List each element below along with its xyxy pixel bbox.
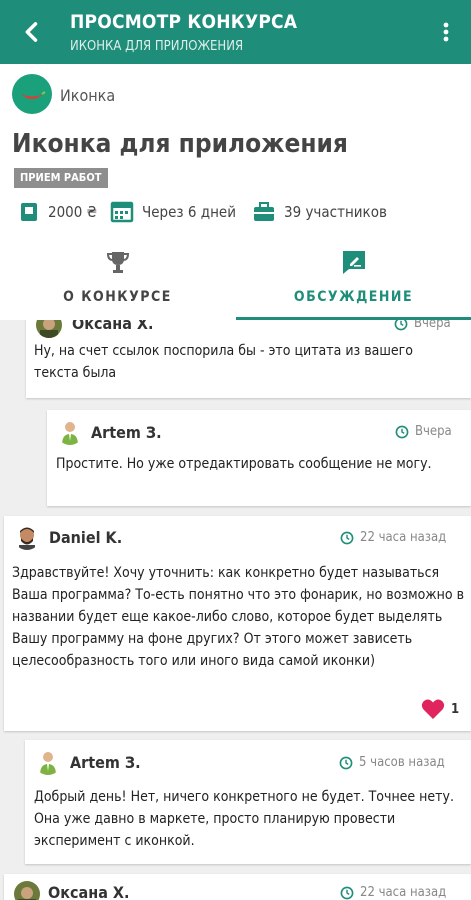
prize-stat: 2000 ₴ (18, 201, 97, 223)
contest-header: Иконка Иконка для приложения ПРИЕМ РАБОТ… (0, 64, 471, 320)
discussion-feed[interactable]: Оксана Х. Вчера Ну, на счет ссылок поспо… (0, 320, 471, 900)
avatar (14, 524, 40, 550)
participants-stat: 39 участников (252, 201, 387, 223)
comment-author: Artem З. (70, 753, 141, 772)
comment-time-text: 22 часа назад (360, 885, 447, 900)
like-button[interactable]: 1 (421, 698, 459, 720)
comment-text: Добрый день! Нет, ничего конкретного не … (34, 789, 454, 849)
comment-time-text: Вчера (415, 424, 452, 439)
comment-author: Daniel K. (49, 528, 123, 547)
heart-icon (421, 699, 445, 719)
comment-time: Вчера (395, 424, 452, 439)
tab-discussion[interactable]: ОБСУЖДЕНИЕ (236, 239, 471, 320)
comment-card: Artem З. Вчера Простите. Но уже отредакт… (47, 410, 471, 506)
comment-author: Оксана Х. (72, 320, 154, 333)
tab-bar: О КОНКУРСЕ ОБСУЖДЕНИЕ (0, 239, 471, 320)
briefcase-icon (254, 202, 274, 221)
deadline-value: Через 6 дней (142, 203, 236, 221)
chat-edit-icon (343, 251, 365, 274)
comment-card: Оксана Х. 22 часа назад (4, 874, 471, 900)
comment-time-text: 22 часа назад (360, 530, 447, 545)
comment-card: Оксана Х. Вчера Ну, на счет ссылок поспо… (26, 320, 471, 398)
comment-author: Оксана Х. (48, 883, 130, 900)
comment-text: Здравствуйте! Хочу уточнить: как конкрет… (12, 565, 465, 669)
avatar (35, 749, 61, 775)
more-vert-icon[interactable] (436, 18, 456, 46)
page-subtitle: ИКОНКА ДЛЯ ПРИЛОЖЕНИЯ (70, 39, 244, 54)
prize-value: 2000 ₴ (48, 203, 98, 221)
category-label: Иконка (60, 86, 116, 105)
clock-icon (395, 425, 409, 438)
clock-icon (340, 886, 354, 899)
comment-time: 22 часа назад (340, 885, 446, 900)
comment-card: Artem З. 5 часов назад Добрый день! Нет,… (25, 740, 471, 864)
arrow-left-icon[interactable] (18, 18, 46, 46)
participants-value: 39 участников (284, 203, 387, 221)
clock-icon (339, 756, 353, 769)
calendar-icon (110, 201, 134, 223)
clock-icon (394, 320, 408, 330)
clock-icon (340, 531, 354, 544)
tab-about-label: О КОНКУРСЕ (63, 289, 172, 305)
comment-time-text: 5 часов назад (359, 755, 445, 770)
pepper-icon (21, 91, 46, 99)
comment-text: Простите. Но уже отредактировать сообщен… (56, 456, 432, 472)
deadline-stat: Через 6 дней (110, 201, 236, 223)
page-title: ПРОСМОТР КОНКУРСА (70, 11, 298, 33)
avatar (36, 320, 62, 338)
comment-card: Daniel K. 22 часа назад Здравствуйте! Хо… (4, 516, 471, 731)
avatar (14, 881, 40, 900)
comment-time: 5 часов назад (339, 755, 445, 770)
comment-author: Artem З. (91, 423, 162, 442)
like-count: 1 (451, 701, 460, 717)
app-bar: ПРОСМОТР КОНКУРСА ИКОНКА ДЛЯ ПРИЛОЖЕНИЯ (0, 0, 471, 64)
contest-title: Иконка для приложения (12, 129, 348, 159)
category-avatar (12, 74, 52, 114)
comment-time: 22 часа назад (340, 530, 446, 545)
tab-about[interactable]: О КОНКУРСЕ (0, 239, 235, 320)
comment-time-text: Вчера (414, 320, 451, 331)
trophy-icon (106, 252, 130, 273)
comment-time: Вчера (394, 320, 451, 331)
status-badge: ПРИЕМ РАБОТ (14, 168, 108, 188)
wallet-icon (21, 203, 37, 221)
comment-text: Ну, на счет ссылок поспорила бы - это ци… (34, 343, 413, 381)
tab-discussion-label: ОБСУЖДЕНИЕ (293, 289, 414, 305)
avatar (57, 419, 83, 445)
